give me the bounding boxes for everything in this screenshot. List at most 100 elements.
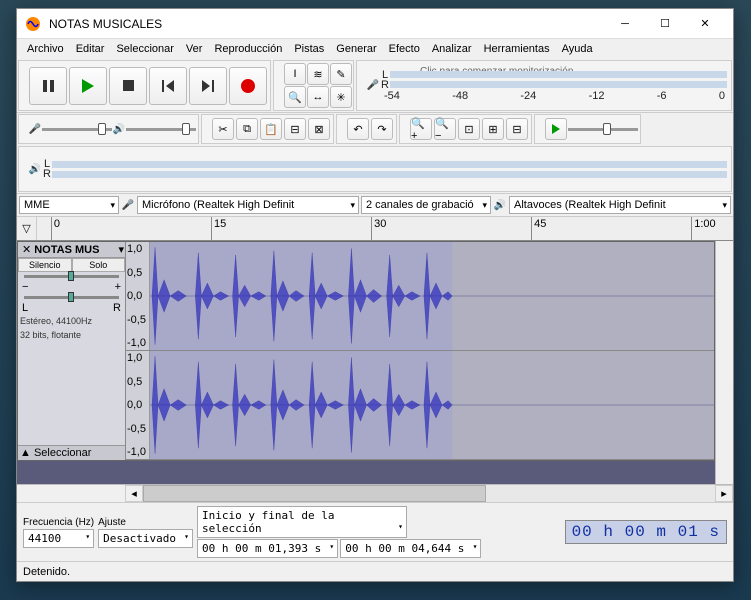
stop-button[interactable] [109,67,147,105]
trim-button[interactable]: ⊟ [284,118,306,140]
track-info-rate: Estéreo, 44100Hz [18,314,125,328]
maximize-button[interactable]: ☐ [645,12,685,36]
copy-button[interactable]: ⧉ [236,118,258,140]
play-button[interactable] [69,67,107,105]
menu-ayuda[interactable]: Ayuda [556,41,599,57]
zoom-in-button[interactable]: 🔍+ [410,118,432,140]
menu-ver[interactable]: Ver [180,41,209,57]
output-device-select[interactable]: Altavoces (Realtek High Definit [509,196,731,214]
toolbar-grip[interactable] [402,117,407,141]
record-volume-slider[interactable] [42,120,112,138]
timeline[interactable]: ▽ 0 15 30 45 1:00 [17,217,733,241]
input-device-select[interactable]: Micrófono (Realtek High Definit [137,196,359,214]
playback-volume-slider[interactable] [126,120,196,138]
meter-ch-r: R [42,168,52,180]
zoom-fit-project-button[interactable]: ⊞ [482,118,504,140]
toolbar-grip[interactable] [537,117,542,141]
zoom-out-button[interactable]: 🔍− [434,118,456,140]
menu-herramientas[interactable]: Herramientas [478,41,556,57]
audio-host-select[interactable]: MME [19,196,119,214]
snap-label: Ajuste [98,517,193,528]
empty-track-area[interactable] [17,461,715,484]
status-text: Detenido. [23,566,70,578]
selection-end-input[interactable]: 00 h 00 m 04,644 s [340,539,481,558]
track-solo-button[interactable]: Solo [72,258,126,272]
track-waveform[interactable]: 1,00,50,0-0,5-1,0 [126,242,714,460]
project-rate-select[interactable]: 44100 [23,529,94,548]
menu-generar[interactable]: Generar [330,41,382,57]
toolbar-grip[interactable] [204,117,209,141]
pause-button[interactable] [29,67,67,105]
track-gain-slider[interactable] [18,272,125,281]
waveform-channel-right[interactable]: 1,00,50,0-0,5-1,0 [126,351,714,460]
toolbar-grip[interactable] [359,74,364,98]
zoom-tool-button[interactable]: 🔍 [284,86,306,108]
menu-editar[interactable]: Editar [70,41,111,57]
timeline-ruler[interactable]: 0 15 30 45 1:00 [37,217,733,240]
redo-button[interactable]: ↷ [371,118,393,140]
input-channels-select[interactable]: 2 canales de grabació [361,196,491,214]
minimize-button[interactable]: ─ [605,12,645,36]
zoom-toggle-button[interactable]: ⊟ [506,118,528,140]
toolbar-grip[interactable] [276,74,281,98]
play-at-speed-button[interactable] [545,118,567,140]
play-speed-slider[interactable] [568,120,638,138]
waveform-scale: 1,00,50,0-0,5-1,0 [126,351,150,459]
statusbar: Detenido. [17,561,733,581]
vertical-scrollbar[interactable] [715,241,733,484]
menu-pistas[interactable]: Pistas [288,41,330,57]
menu-archivo[interactable]: Archivo [21,41,70,57]
window-title: NOTAS MUSICALES [49,17,605,31]
menu-efecto[interactable]: Efecto [383,41,426,57]
selection-mode-select[interactable]: Inicio y final de la selección [197,506,407,538]
waveform-channel-left[interactable]: 1,00,50,0-0,5-1,0 [126,242,714,351]
record-meter[interactable]: Clic para comenzar monitorización L R -5… [380,66,729,106]
paste-button[interactable]: 📋 [260,118,282,140]
track-close-button[interactable]: ✕ [19,243,34,256]
timeline-tick: 45 [531,217,546,240]
timeline-pin-button[interactable]: ▽ [17,217,37,240]
speaker-icon[interactable] [28,162,42,176]
toolbar-grip[interactable] [21,117,26,141]
zoom-toolbar: 🔍+ 🔍− ⊡ ⊞ ⊟ [399,114,532,144]
app-icon [25,16,41,32]
track-menu-button[interactable]: ▾ [118,243,124,256]
track-collapse-button[interactable]: ▲ Seleccionar [18,445,125,460]
track-mute-button[interactable]: Silencio [18,258,72,272]
selection-tool-button[interactable]: I [284,63,306,85]
audio-position-display[interactable]: 00 h 00 m 01 s [565,520,727,544]
zoom-fit-selection-button[interactable]: ⊡ [458,118,480,140]
snap-select[interactable]: Desactivado [98,529,193,548]
close-button[interactable]: ✕ [685,12,725,36]
cut-button[interactable]: ✂ [212,118,234,140]
selection-start-input[interactable]: 00 h 00 m 01,393 s [197,539,338,558]
skip-start-button[interactable] [149,67,187,105]
toolbar-grip[interactable] [21,157,26,181]
tools-toolbar: I ≋ ✎ 🔍 ↔ ✳ [273,60,354,111]
mic-icon[interactable] [366,79,380,93]
scroll-left-button[interactable]: ◂ [125,485,143,502]
toolbar-grip[interactable] [21,74,26,98]
scroll-right-button[interactable]: ▸ [715,485,733,502]
timeshift-tool-button[interactable]: ↔ [307,86,329,108]
undo-button[interactable]: ↶ [347,118,369,140]
envelope-tool-button[interactable]: ≋ [307,63,329,85]
toolbar-row-1: I ≋ ✎ 🔍 ↔ ✳ Clic para comenzar monitoriz… [17,59,733,113]
playback-meter[interactable]: L R [42,149,729,189]
mic-icon [28,122,42,136]
speaker-icon [493,198,507,212]
skip-end-button[interactable] [189,67,227,105]
silence-button[interactable]: ⊠ [308,118,330,140]
horizontal-scrollbar[interactable]: ◂ ▸ [17,484,733,502]
menu-reproduccion[interactable]: Reproducción [208,41,288,57]
speaker-icon [112,122,126,136]
track-name[interactable]: NOTAS MUS [34,244,118,256]
menu-analizar[interactable]: Analizar [426,41,478,57]
draw-tool-button[interactable]: ✎ [330,63,352,85]
track-pan-slider[interactable] [18,293,125,302]
record-button[interactable] [229,67,267,105]
menu-seleccionar[interactable]: Seleccionar [110,41,179,57]
toolbar-grip[interactable] [339,117,344,141]
multi-tool-button[interactable]: ✳ [330,86,352,108]
record-meter-toolbar: Clic para comenzar monitorización L R -5… [356,60,732,111]
